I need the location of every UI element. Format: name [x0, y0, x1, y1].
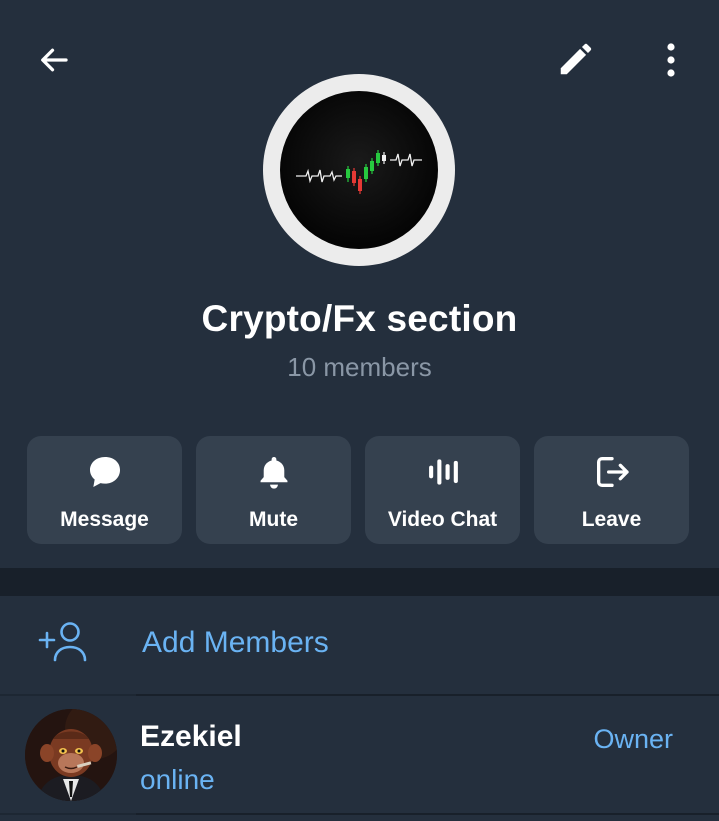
- voice-wave-icon: [428, 459, 458, 485]
- pencil-icon: [560, 43, 592, 75]
- arrow-left-icon: [41, 48, 68, 72]
- list-continuation: [0, 815, 719, 821]
- back-button[interactable]: [26, 32, 82, 88]
- leave-button[interactable]: Leave: [534, 436, 689, 544]
- video-chat-button[interactable]: Video Chat: [365, 436, 520, 544]
- member-name: Ezekiel: [140, 720, 242, 753]
- message-button[interactable]: Message: [27, 436, 182, 544]
- leave-button-label: Leave: [581, 508, 642, 531]
- more-options-button[interactable]: [643, 32, 699, 88]
- logout-icon: [596, 457, 629, 487]
- candlestick-chart-icon: [296, 150, 422, 194]
- monkey-avatar-image: [25, 709, 117, 801]
- group-avatar[interactable]: [263, 74, 455, 266]
- add-person-icon: [38, 622, 87, 662]
- mute-button-label: Mute: [249, 508, 298, 531]
- edit-button[interactable]: [547, 32, 603, 88]
- member-status: online: [140, 764, 215, 795]
- member-role-badge: Owner: [593, 724, 673, 754]
- more-vertical-icon: [667, 43, 675, 77]
- add-members-label: Add Members: [142, 626, 329, 659]
- group-avatar-image: [280, 91, 438, 249]
- section-divider: [0, 568, 719, 596]
- action-buttons: Message Mute Video Chat Leave: [27, 436, 691, 544]
- chat-bubble-icon: [89, 457, 120, 487]
- avatar: [25, 709, 117, 801]
- group-title: Crypto/Fx section: [201, 298, 518, 339]
- mute-button[interactable]: Mute: [196, 436, 351, 544]
- video-chat-button-label: Video Chat: [387, 508, 498, 531]
- message-button-label: Message: [60, 508, 149, 531]
- member-list-item[interactable]: Ezekiel online Owner: [0, 696, 719, 813]
- profile-header: Crypto/Fx section 10 members Message Mut…: [0, 0, 719, 568]
- bell-icon: [260, 456, 287, 489]
- member-count: 10 members: [287, 352, 432, 382]
- add-members-button[interactable]: Add Members: [0, 596, 719, 694]
